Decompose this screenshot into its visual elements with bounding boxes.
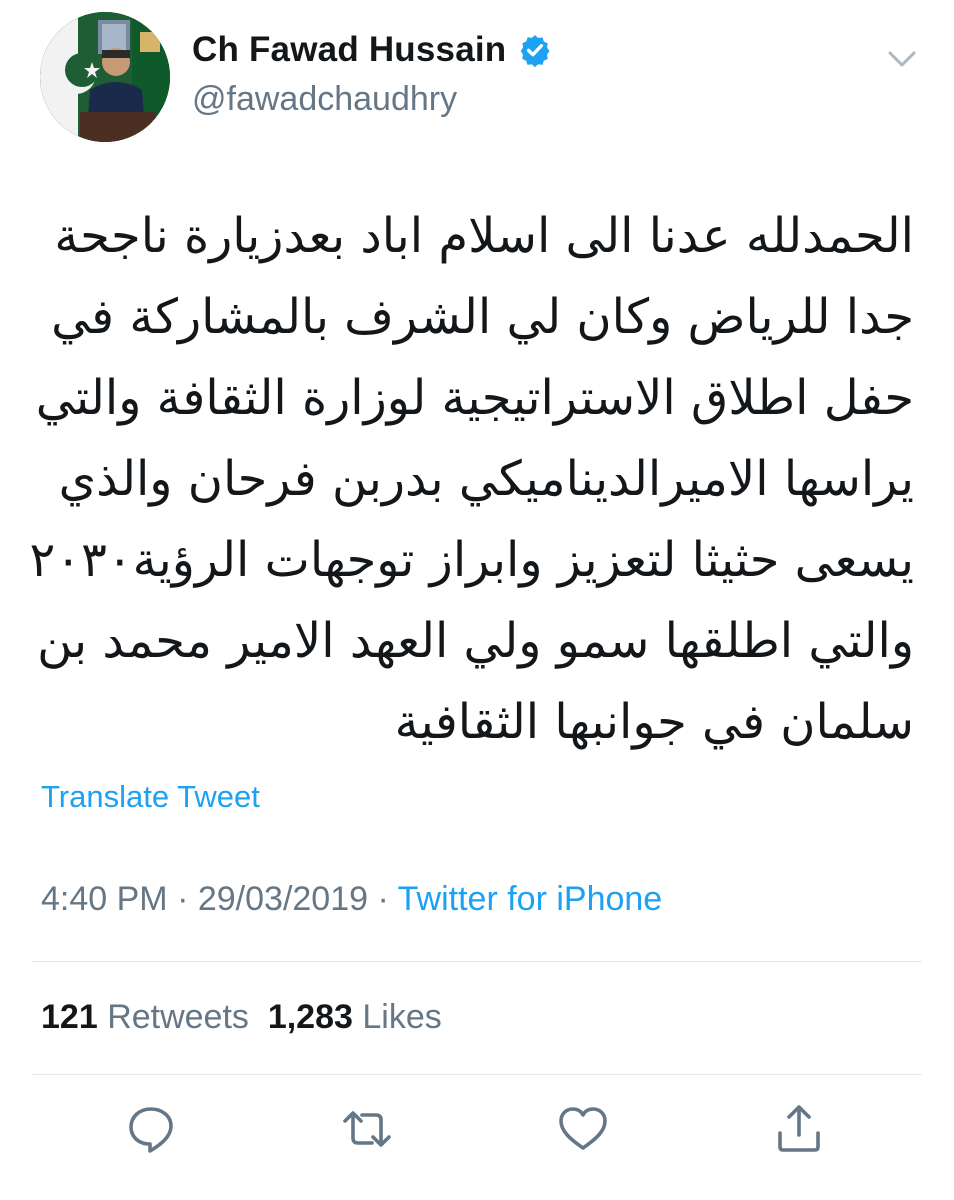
retweets-label: Retweets <box>107 998 249 1036</box>
retweets-count: 121 <box>41 998 98 1036</box>
divider <box>32 961 922 962</box>
divider <box>32 1074 922 1075</box>
tweet-text-line: يراسها الاميرالديناميكي بدربن فرحان والذ… <box>58 451 914 507</box>
avatar-image <box>40 12 170 142</box>
tweet-date: 29/03/2019 <box>197 880 369 918</box>
reply-button[interactable] <box>124 1102 178 1156</box>
tweet-text-line: يسعى حثيثا لتعزيز وابراز توجهات الرؤية٢٠… <box>29 532 914 588</box>
likes-stat[interactable]: 1,283 Likes <box>268 998 442 1036</box>
tweet-meta: 4:40 PM · 29/03/2019 · Twitter for iPhon… <box>41 880 662 919</box>
user-name-row: Ch Fawad Hussain <box>192 30 552 70</box>
retweet-icon <box>343 1111 391 1147</box>
heart-icon <box>559 1107 607 1150</box>
tweet-action-bar <box>0 1102 954 1156</box>
likes-count: 1,283 <box>267 998 353 1036</box>
tweet-text: الحمدلله عدنا الى اسلام اباد بعدزيارة نا… <box>29 196 914 763</box>
share-icon <box>778 1105 820 1152</box>
tweet-text-line: جدا للرياض وكان لي الشرف بالمشاركة في <box>51 289 914 345</box>
tweet-source-link[interactable]: Twitter for iPhone <box>398 880 663 918</box>
user-handle[interactable]: @fawadchaudhry <box>192 80 457 119</box>
tweet-text-line: سلمان في جوانبها الثقافية <box>394 694 914 750</box>
meta-separator: · <box>377 880 389 918</box>
user-name[interactable]: Ch Fawad Hussain <box>192 30 506 70</box>
reply-icon <box>129 1107 173 1153</box>
tweet-time: 4:40 PM <box>41 880 168 918</box>
tweet-text-line: والتي اطلقها سمو ولي العهد الامير محمد ب… <box>37 613 914 669</box>
likes-label: Likes <box>362 998 442 1036</box>
chevron-down-icon[interactable] <box>884 44 920 74</box>
avatar[interactable] <box>40 12 170 142</box>
verified-badge-icon <box>521 35 550 67</box>
translate-tweet-link[interactable]: Translate Tweet <box>41 779 260 815</box>
tweet-text-line: الحمدلله عدنا الى اسلام اباد بعدزيارة نا… <box>54 208 914 264</box>
retweet-button[interactable] <box>340 1102 394 1156</box>
tweet-stats: 121 Retweets 1,283 Likes <box>41 998 442 1037</box>
meta-separator: · <box>177 880 189 918</box>
tweet-text-line: حفل اطلاق الاستراتيجية لوزارة الثقافة وا… <box>35 370 914 426</box>
retweets-stat[interactable]: 121 Retweets <box>41 998 249 1036</box>
share-button[interactable] <box>772 1102 826 1156</box>
like-button[interactable] <box>556 1102 610 1156</box>
